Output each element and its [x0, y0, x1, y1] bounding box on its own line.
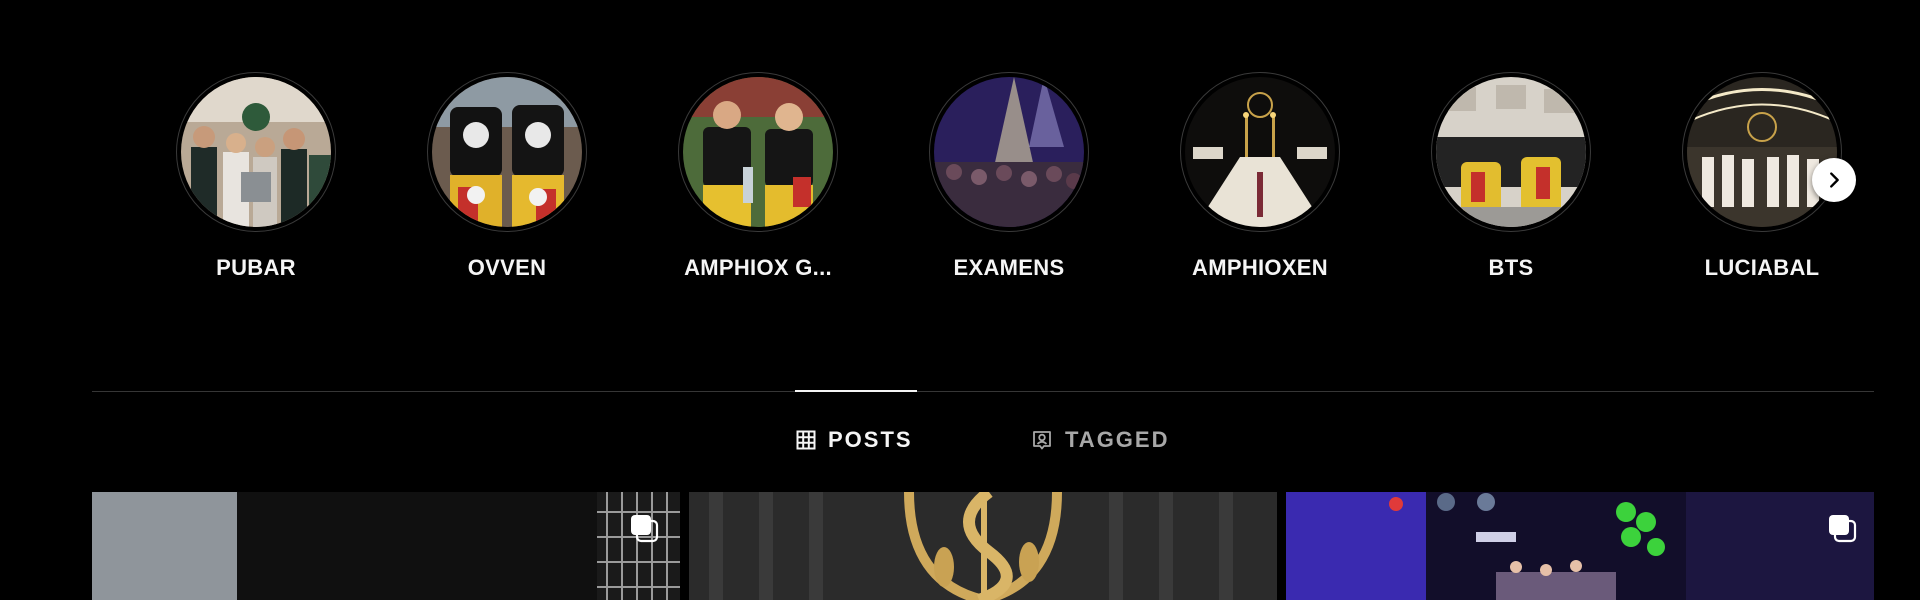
highlight-ring — [678, 72, 838, 232]
post-thumbnail[interactable] — [689, 492, 1277, 600]
post-thumbnail[interactable] — [92, 492, 680, 600]
highlight-ring — [1431, 72, 1591, 232]
highlight-thumbnail — [1436, 77, 1586, 227]
highlight-label: AMPHIOX G... — [684, 255, 832, 280]
tab-tagged[interactable]: TAGGED — [1031, 427, 1169, 453]
highlight-label: PUBAR — [216, 255, 296, 280]
highlight-thumbnail — [1687, 77, 1837, 227]
highlight-label: EXAMENS — [953, 255, 1065, 280]
highlight-label: OVVEN — [467, 255, 547, 280]
grid-icon — [796, 430, 816, 450]
highlight-ring — [176, 72, 336, 232]
highlight-label: BTS — [1488, 255, 1534, 280]
highlight-ring — [1682, 72, 1842, 232]
posts-grid — [92, 492, 1874, 600]
highlight-thumbnail — [432, 77, 582, 227]
tab-label: TAGGED — [1065, 427, 1170, 452]
tab-posts[interactable]: POSTS — [796, 427, 913, 453]
post-thumbnail[interactable] — [1286, 492, 1874, 600]
highlight-label: LUCIABAL — [1704, 255, 1820, 280]
story-highlights-bar: PUBAR OVVEN AMPHIOX G... EXAMENS AMPHIOX… — [176, 72, 1856, 292]
post-image — [689, 492, 1277, 600]
highlight-ring — [929, 72, 1089, 232]
next-highlights-button[interactable] — [1812, 158, 1856, 202]
tabs-divider — [92, 391, 1874, 392]
post-image — [92, 492, 680, 600]
highlight-thumbnail — [181, 77, 331, 227]
highlight-thumbnail — [683, 77, 833, 227]
post-image — [1286, 492, 1874, 600]
multiple-images-icon — [631, 515, 659, 543]
tab-label: POSTS — [828, 427, 913, 452]
highlight-label: AMPHIOXEN — [1192, 255, 1328, 280]
highlight-ring — [427, 72, 587, 232]
active-tab-indicator — [795, 390, 917, 392]
chevron-right-icon — [1830, 172, 1839, 188]
tagged-icon — [1031, 429, 1053, 451]
highlight-thumbnail — [1185, 77, 1335, 227]
highlight-ring — [1180, 72, 1340, 232]
highlight-thumbnail — [934, 77, 1084, 227]
multiple-images-icon — [1829, 515, 1857, 543]
